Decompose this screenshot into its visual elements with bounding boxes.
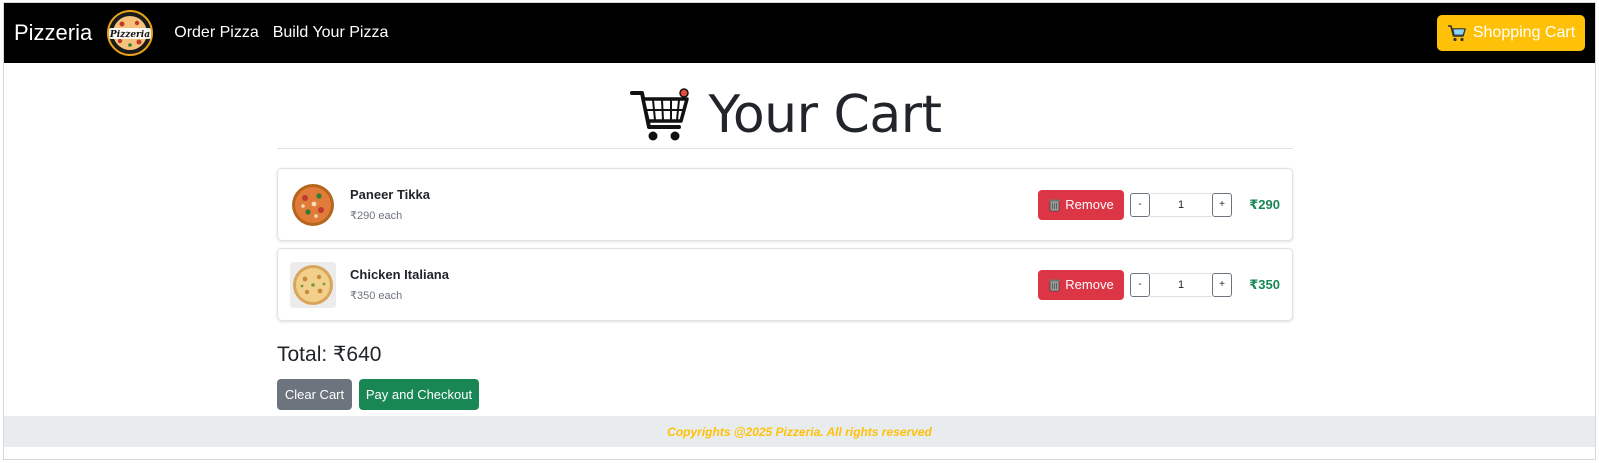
remove-button[interactable]: Remove [1038,269,1124,300]
clear-cart-button[interactable]: Clear Cart [277,379,352,410]
nav-link-order-pizza[interactable]: Order Pizza [174,24,258,42]
app-window: Pizzeria Pizzeria Order Pizza Build Your… [3,2,1596,460]
logo-text: Pizzeria [109,30,150,40]
quantity-input[interactable]: 1 [1150,192,1212,217]
remove-label: Remove [1065,197,1114,212]
cart-total: Total: ₹640 [277,343,382,366]
cart-item: Chicken Italiana ₹350 each Remove - 1 + … [277,248,1293,321]
increment-button[interactable]: + [1212,272,1232,297]
brand-name[interactable]: Pizzeria [14,20,92,46]
shopping-cart-button[interactable]: Shopping Cart [1437,15,1585,51]
quantity-input[interactable]: 1 [1150,272,1212,297]
pizza-image [292,183,334,226]
item-unit-price: ₹350 each [350,290,403,302]
remove-label: Remove [1065,277,1114,292]
item-unit-price: ₹290 each [350,210,403,222]
pizzeria-logo[interactable]: Pizzeria [106,9,154,57]
navbar: Pizzeria Pizzeria Order Pizza Build Your… [4,3,1595,63]
pizza-image [290,261,336,308]
quantity-stepper: - 1 + [1130,192,1232,217]
item-name: Chicken Italiana [350,267,449,282]
nav-link-build-your-pizza[interactable]: Build Your Pizza [273,24,389,42]
item-line-total: ₹290 [1249,196,1280,212]
item-info: Chicken Italiana ₹350 each [350,267,1038,302]
page-header: Your Cart [277,81,1293,149]
checkout-button[interactable]: Pay and Checkout [359,379,479,410]
remove-button[interactable]: Remove [1038,189,1124,220]
decrement-button[interactable]: - [1130,272,1150,297]
copyright-text: Copyrights @2025 Pizzeria. All rights re… [667,424,932,439]
shopping-cart-icon [629,87,689,140]
trash-icon [1049,199,1061,211]
cart-actions: Clear Cart Pay and Checkout [277,379,479,410]
decrement-button[interactable]: - [1130,192,1150,217]
shopping-cart-label: Shopping Cart [1472,24,1576,41]
item-line-total: ₹350 [1249,276,1280,292]
item-name: Paneer Tikka [350,187,430,202]
cart-items-list: Paneer Tikka ₹290 each Remove - 1 + ₹290 [277,168,1293,328]
increment-button[interactable]: + [1212,192,1232,217]
trash-icon [1049,279,1061,291]
footer: Copyrights @2025 Pizzeria. All rights re… [4,416,1595,447]
quantity-stepper: - 1 + [1130,272,1232,297]
page-title: Your Cart [708,84,942,145]
cart-item: Paneer Tikka ₹290 each Remove - 1 + ₹290 [277,168,1293,241]
item-info: Paneer Tikka ₹290 each [350,187,1038,222]
shopping-cart-icon [1447,25,1466,42]
